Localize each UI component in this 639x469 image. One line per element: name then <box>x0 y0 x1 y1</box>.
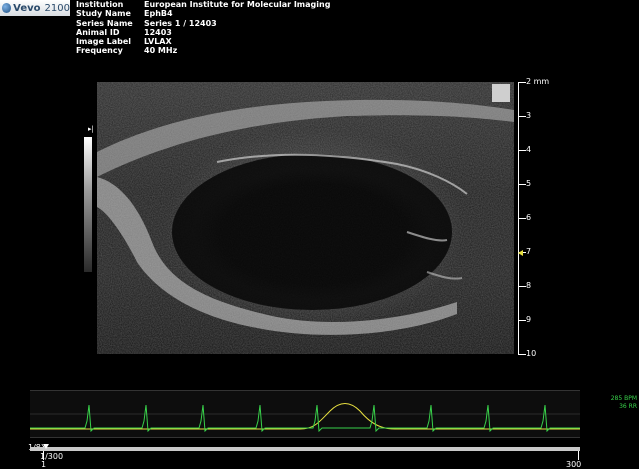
vevo-logo-icon <box>2 3 12 13</box>
info-label: Animal ID <box>76 27 120 37</box>
info-row-image-label: Image Label LVLAX <box>76 37 330 46</box>
probe-orientation-icon <box>492 84 510 102</box>
study-info: Institution European Institute for Molec… <box>76 0 330 56</box>
vevo-logo: Vevo 2100 <box>0 0 70 16</box>
info-row-study-name: Study Name EphB4 <box>76 9 330 18</box>
logo-model: 2100 <box>44 2 70 14</box>
timeline-start-tick <box>43 451 44 460</box>
timeline-end-label: 300 <box>566 460 582 469</box>
info-row-frequency: Frequency 40 MHz <box>76 46 330 55</box>
depth-label: 8 <box>526 281 532 290</box>
depth-tick <box>518 150 526 151</box>
info-value: EphB4 <box>144 9 173 19</box>
info-row-animal-id: Animal ID 12403 <box>76 28 330 37</box>
ultrasound-image[interactable] <box>97 82 514 354</box>
info-label: Image Label <box>76 37 132 47</box>
timeline-end-tick <box>578 451 579 460</box>
timeline-bar[interactable] <box>30 447 580 451</box>
info-row-series-name: Series Name Series 1 / 12403 <box>76 19 330 28</box>
info-value: LVLAX <box>144 37 172 47</box>
info-value: European Institute for Molecular Imaging <box>144 0 331 9</box>
resp-rate: 36 RR <box>619 403 637 410</box>
focus-marker-icon[interactable] <box>518 250 523 256</box>
info-value: 12403 <box>144 27 172 37</box>
depth-label: 3 <box>526 111 532 120</box>
info-label: Study Name <box>76 9 131 19</box>
depth-tick <box>518 82 526 83</box>
gray-bar-marker: ▸| <box>88 125 94 133</box>
depth-tick <box>518 286 526 287</box>
depth-label: 5 <box>526 179 532 188</box>
depth-label: 10 <box>526 349 537 358</box>
depth-label: 7 <box>526 247 532 256</box>
depth-label: 6 <box>526 213 532 222</box>
depth-tick <box>518 184 526 185</box>
depth-tick <box>518 320 526 321</box>
depth-tick <box>518 116 526 117</box>
heart-rate: 285 BPM <box>610 395 637 402</box>
info-label: Institution <box>76 0 124 9</box>
grayscale-bar <box>84 137 92 272</box>
depth-label: 2 mm <box>526 77 550 86</box>
physio-strip <box>30 390 580 438</box>
info-label: Series Name <box>76 18 133 28</box>
info-label: Frequency <box>76 46 123 56</box>
depth-tick <box>518 218 526 219</box>
physio-traces <box>30 403 580 433</box>
timeline-start-label: 1 <box>41 460 47 469</box>
ultrasound-texture <box>97 82 514 354</box>
depth-tick <box>518 354 526 355</box>
info-value: 40 MHz <box>144 46 178 56</box>
logo-brand: Vevo <box>13 2 41 14</box>
depth-label: 4 <box>526 145 532 154</box>
info-value: Series 1 / 12403 <box>144 18 217 28</box>
timeline-handle-icon[interactable] <box>43 444 49 449</box>
depth-label: 9 <box>526 315 532 324</box>
info-row-institution: Institution European Institute for Molec… <box>76 0 330 9</box>
